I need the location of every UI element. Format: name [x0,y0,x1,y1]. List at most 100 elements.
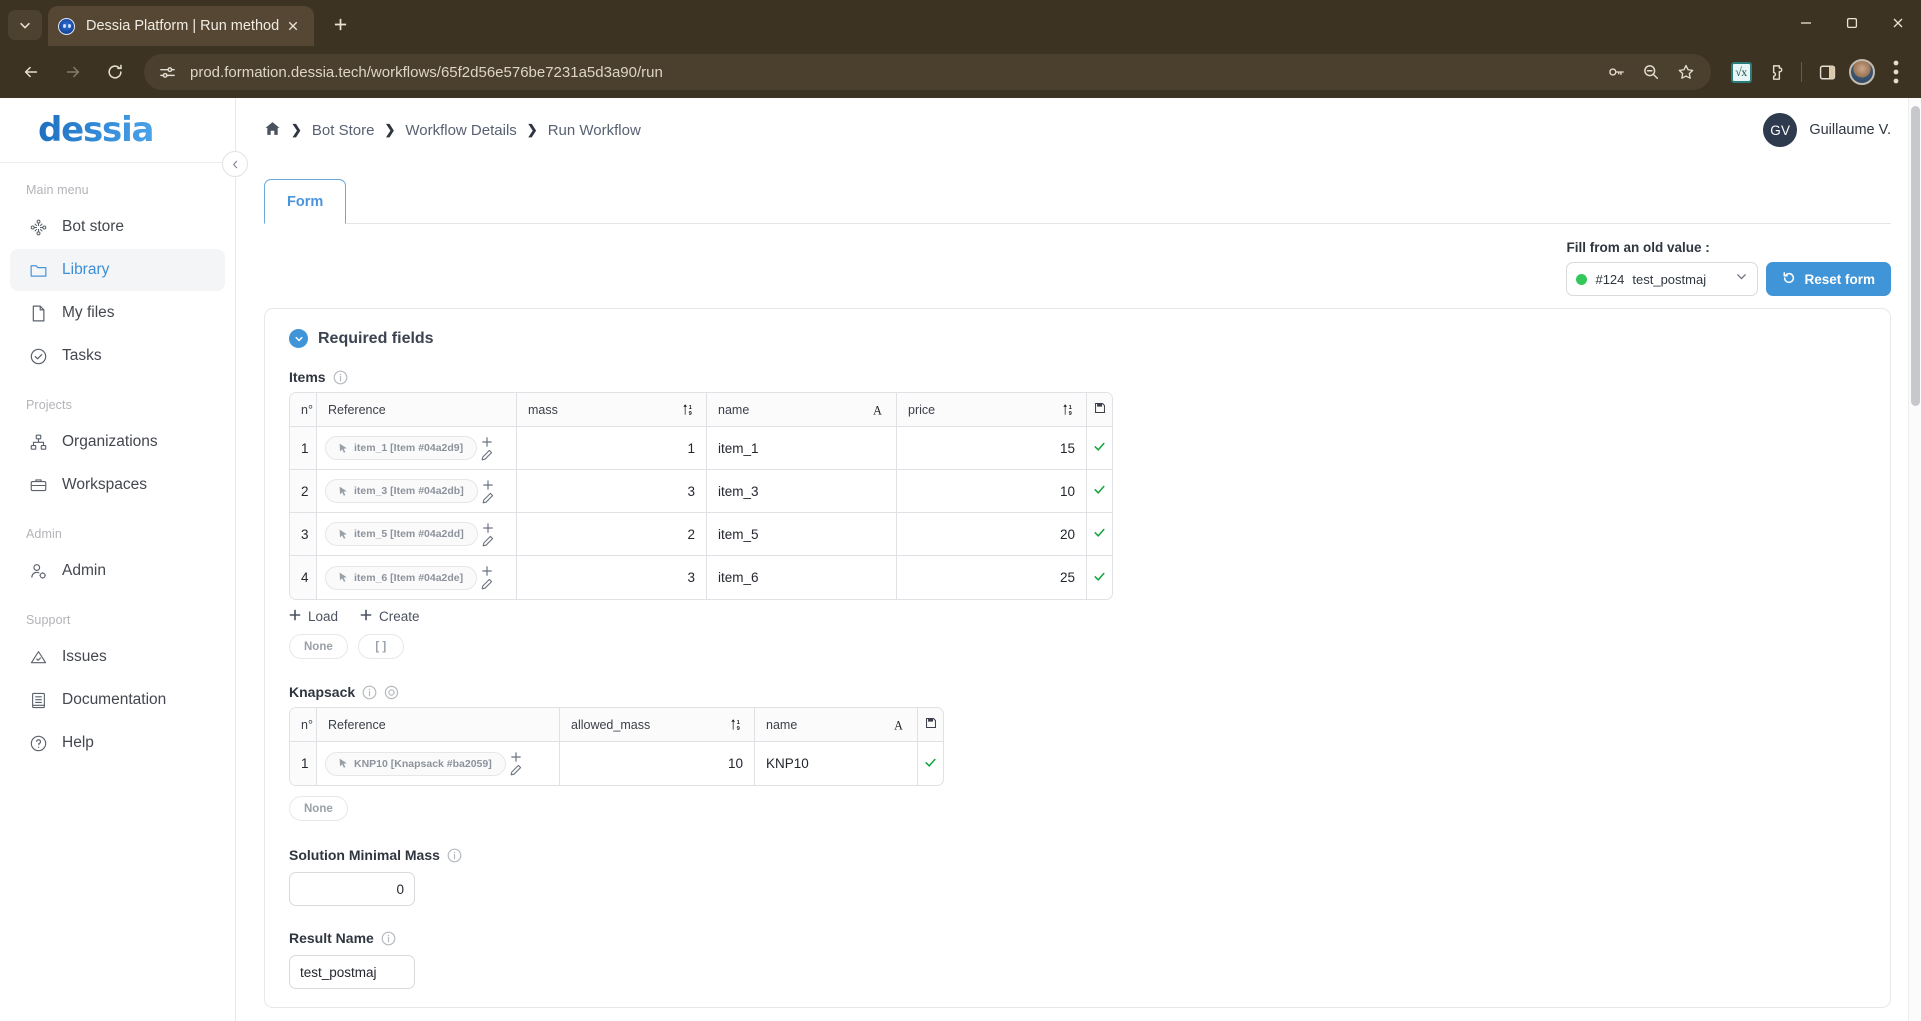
row-name[interactable]: item_6 [707,556,897,599]
user-menu[interactable]: GV Guillaume V. [1763,113,1891,147]
items-col-save[interactable] [1087,393,1112,427]
sidebar-item-admin[interactable]: Admin [10,550,225,592]
scrollbar-thumb[interactable] [1911,106,1920,406]
info-icon[interactable] [362,685,377,700]
zoom-out-icon[interactable] [1636,57,1666,87]
close-icon[interactable] [282,15,304,37]
row-mass[interactable]: 1 [517,427,707,470]
items-col-name[interactable]: name A [707,393,897,427]
result-name-input[interactable]: test_postmaj [289,955,415,989]
reference-chip[interactable]: item_6 [Item #04a2de] [325,565,478,590]
sort-numeric-icon[interactable]: 19 [1062,403,1075,416]
reference-chip[interactable]: item_1 [Item #04a2d9] [325,436,478,460]
plus-icon[interactable] [482,522,494,534]
items-col-reference[interactable]: Reference [317,393,517,427]
row-reference[interactable]: KNP10 [Knapsack #ba2059] [317,742,560,785]
old-value-select[interactable]: #124 test_postmaj [1566,262,1759,296]
plus-icon[interactable] [481,565,493,577]
tab-search-button[interactable] [8,10,42,40]
knapsack-chip-none[interactable]: None [289,796,348,821]
browser-tab[interactable]: Dessia Platform | Run method [48,6,314,46]
knapsack-col-reference[interactable]: Reference [317,708,560,742]
edit-pencil-icon[interactable] [481,449,493,461]
items-chip-empty-list[interactable]: [ ] [357,634,404,659]
new-tab-button[interactable] [326,10,354,38]
forward-arrow-icon[interactable] [56,55,90,89]
minimize-icon[interactable] [1783,0,1829,46]
items-col-price[interactable]: price 19 [897,393,1087,427]
items-chip-none[interactable]: None [289,634,348,659]
edit-pencil-icon[interactable] [481,578,493,590]
row-name[interactable]: item_1 [707,427,897,470]
knapsack-col-allowed-mass[interactable]: allowed_mass 19 [560,708,755,742]
plus-icon[interactable] [481,436,493,448]
row-mass[interactable]: 2 [517,513,707,556]
table-row[interactable]: 2 item_3 [Item #04a2db] 3 item_3 10 [290,470,1112,513]
row-price[interactable]: 15 [897,427,1087,470]
table-row[interactable]: 1 item_1 [Item #04a2d9] 1 item_1 15 [290,427,1112,470]
row-price[interactable]: 25 [897,556,1087,599]
edit-pencil-icon[interactable] [482,492,494,504]
row-name[interactable]: item_3 [707,470,897,513]
sort-numeric-icon[interactable]: 19 [730,718,743,731]
sidebar-item-documentation[interactable]: Documentation [10,679,225,721]
reference-chip[interactable]: KNP10 [Knapsack #ba2059] [325,751,506,776]
table-row[interactable]: 4 item_6 [Item #04a2de] 3 item_6 25 [290,556,1112,599]
sidebar-item-tasks[interactable]: Tasks [10,335,225,377]
required-fields-header[interactable]: Required fields [289,329,1866,348]
row-reference[interactable]: item_3 [Item #04a2db] [317,470,517,513]
site-settings-icon[interactable] [158,63,177,82]
math-extension-icon[interactable]: √x [1725,56,1757,88]
three-dot-menu-icon[interactable] [1881,57,1911,87]
row-name[interactable]: item_5 [707,513,897,556]
knapsack-col-save[interactable] [918,708,943,742]
home-icon[interactable] [264,120,281,141]
info-icon[interactable] [333,370,348,385]
maximize-icon[interactable] [1829,0,1875,46]
side-panel-icon[interactable] [1811,56,1843,88]
breadcrumb-item-run-workflow[interactable]: Run Workflow [548,122,641,139]
bookmark-star-icon[interactable] [1671,57,1701,87]
password-key-icon[interactable] [1601,57,1631,87]
plus-icon[interactable] [482,479,494,491]
sidebar-item-help[interactable]: Help [10,722,225,764]
sidebar-collapse-button[interactable] [222,151,248,177]
reference-chip[interactable]: item_3 [Item #04a2db] [325,479,478,503]
sidebar-item-bot-store[interactable]: Bot store [10,206,225,248]
address-bar[interactable]: prod.formation.dessia.tech/workflows/65f… [144,54,1711,90]
table-row[interactable]: 1 KNP10 [Knapsack #ba2059] 10 KNP10 [290,742,943,785]
reference-chip[interactable]: item_5 [Item #04a2dd] [325,522,478,546]
sort-alpha-icon[interactable]: A [872,403,885,416]
brand-logo[interactable]: dessia [0,98,235,162]
row-mass[interactable]: 3 [517,556,707,599]
close-window-icon[interactable] [1875,0,1921,46]
row-reference[interactable]: item_6 [Item #04a2de] [317,556,517,599]
extensions-puzzle-icon[interactable] [1760,56,1792,88]
back-arrow-icon[interactable] [14,55,48,89]
load-button[interactable]: Load [289,609,338,624]
plus-icon[interactable] [510,751,522,763]
table-row[interactable]: 3 item_5 [Item #04a2dd] 2 item_5 20 [290,513,1112,556]
row-name[interactable]: KNP10 [755,742,918,785]
edit-pencil-icon[interactable] [510,764,522,776]
row-reference[interactable]: item_5 [Item #04a2dd] [317,513,517,556]
sidebar-item-issues[interactable]: Issues [10,636,225,678]
page-scrollbar[interactable] [1908,98,1921,1021]
tab-form[interactable]: Form [264,179,347,224]
create-button[interactable]: Create [360,609,420,624]
items-col-num[interactable]: n° [290,393,317,427]
sidebar-item-library[interactable]: Library [10,249,225,291]
breadcrumb-item-workflow-details[interactable]: Workflow Details [405,122,516,139]
info-icon[interactable] [447,848,462,863]
knapsack-col-name[interactable]: name A [755,708,918,742]
items-col-mass[interactable]: mass 19 [517,393,707,427]
profile-avatar-icon[interactable] [1846,56,1878,88]
knapsack-col-num[interactable]: n° [290,708,317,742]
row-mass[interactable]: 3 [517,470,707,513]
reset-form-button[interactable]: Reset form [1766,262,1891,296]
row-price[interactable]: 10 [897,470,1087,513]
info-icon[interactable] [381,931,396,946]
row-price[interactable]: 20 [897,513,1087,556]
sort-numeric-icon[interactable]: 19 [682,403,695,416]
edit-pencil-icon[interactable] [482,535,494,547]
